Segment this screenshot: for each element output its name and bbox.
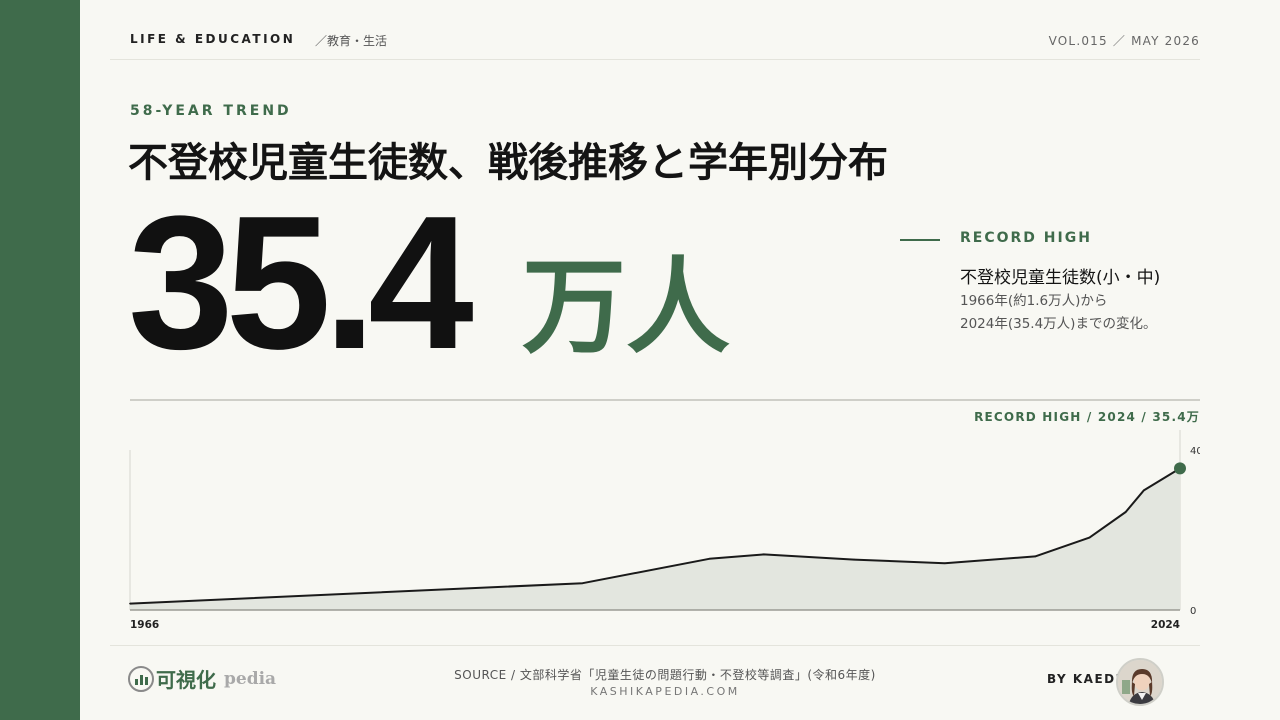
magnifier-chart-icon	[128, 666, 154, 692]
hero-unit: 万人	[522, 246, 731, 368]
avatar	[1116, 658, 1164, 706]
data-point	[853, 558, 855, 561]
logo-bar	[135, 679, 138, 685]
data-point	[1142, 489, 1145, 492]
data-point	[581, 582, 584, 584]
author-byline: BY KAEDE	[1047, 672, 1126, 686]
callout-heading: 不登校児童生徒数(小・中)	[960, 268, 1161, 288]
callout-rule	[900, 239, 940, 241]
trend-chart: 40万人 0 1966 2024	[110, 420, 1200, 640]
logo-bar	[145, 677, 148, 685]
callout-label: RECORD HIGH	[960, 230, 1092, 246]
trend-chart-svg: 40万人 0 1966 2024	[129, 430, 1200, 631]
data-point	[129, 602, 131, 605]
left-accent-band	[0, 0, 80, 720]
source-citation: SOURCE / 文部科学省「児童生徒の問題行動・不登校等調査」(令和6年度)	[454, 668, 876, 682]
hero-number: 35.4	[128, 177, 474, 389]
callout-desc-line: 2024年(35.4万人)までの変化。	[960, 316, 1157, 332]
section-divider	[130, 399, 1200, 401]
author-portrait-icon	[1118, 660, 1162, 704]
series-area	[130, 468, 1180, 610]
logo-suffix: pedia	[224, 669, 277, 689]
data-point	[708, 558, 711, 560]
x-tick-label: 1966	[130, 619, 159, 631]
site-url[interactable]: KASHIKAPEDIA.COM	[390, 685, 940, 698]
y-tick-label: 0	[1190, 606, 1196, 617]
data-point	[762, 553, 765, 556]
header: LIFE & EDUCATION ／教育・生活 VOL.015 ／ MAY 20…	[110, 30, 1200, 60]
callout-desc-line: 1966年(約1.6万人)から	[960, 293, 1108, 309]
data-point	[1088, 536, 1091, 539]
callout-description: 1966年(約1.6万人)から 2024年(35.4万人)までの変化。	[960, 290, 1190, 336]
infographic-page: LIFE & EDUCATION ／教育・生活 VOL.015 ／ MAY 20…	[110, 0, 1200, 720]
data-point	[1034, 555, 1036, 558]
subcategory-label: ／教育・生活	[315, 34, 388, 48]
logo-bar	[140, 675, 143, 685]
volume-label: VOL.015 ／ MAY 2026	[1048, 34, 1200, 48]
x-tick-label: 2024	[1151, 619, 1180, 631]
category-label: LIFE & EDUCATION	[130, 32, 296, 46]
data-point	[943, 562, 946, 564]
eyebrow: 58-YEAR TREND	[130, 103, 292, 119]
site-logo[interactable]: 可視化 pedia	[128, 664, 288, 694]
footer-divider	[110, 645, 1200, 646]
data-point	[1124, 511, 1127, 513]
peak-data-point	[1174, 462, 1186, 475]
y-tick-label: 40万人	[1190, 445, 1200, 457]
logo-text: 可視化	[156, 668, 216, 692]
